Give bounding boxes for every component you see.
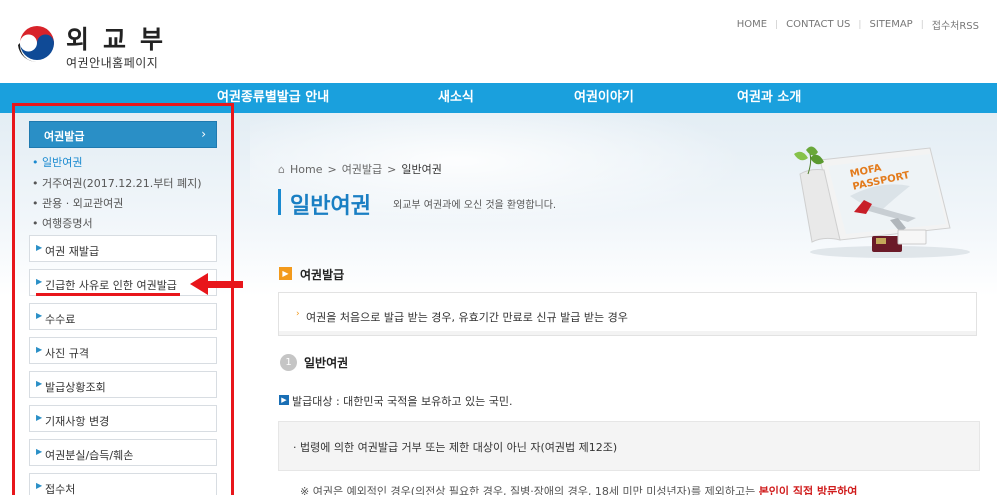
condition-box: · 법령에 의한 여권발급 거부 또는 제한 대상이 아닌 자(여권법 제12조… — [278, 421, 980, 471]
section-arrow-icon: ▶ — [279, 267, 292, 280]
breadcrumb-passport-issuance[interactable]: 여권발급 — [342, 161, 382, 177]
logo-subtitle[interactable]: 여권안내홈페이지 — [66, 54, 158, 71]
highlight-frame — [12, 103, 234, 495]
page-title: 일반여권 — [290, 194, 371, 219]
subsection-title: 일반여권 — [304, 356, 349, 370]
government-emblem-icon[interactable] — [16, 22, 58, 64]
nav-about[interactable]: 여권과 소개 — [737, 83, 801, 113]
breadcrumb-home[interactable]: Home — [290, 163, 322, 176]
logo-title[interactable]: 외교부 — [66, 20, 177, 56]
nav-news[interactable]: 새소식 — [438, 83, 474, 113]
condition-text: · 법령에 의한 여권발급 거부 또는 제한 대상이 아닌 자(여권법 제12조… — [293, 441, 618, 454]
highlight-underline — [36, 293, 180, 296]
home-icon: ⌂ — [278, 162, 285, 176]
utility-sitemap-link[interactable]: SITEMAP — [861, 19, 920, 30]
utility-nav: HOME | CONTACT US | SITEMAP | 접수처RSS — [729, 17, 979, 32]
highlight-arrow-shaft — [206, 281, 243, 288]
page-description: 외교부 여권과에 오신 것을 환영합니다. — [393, 200, 557, 211]
breadcrumb-separator: > — [327, 162, 337, 176]
subsection-number-badge: 1 — [280, 354, 297, 371]
bullet-arrow-icon: › — [296, 309, 300, 319]
info-text: 여권을 처음으로 발급 받는 경우, 유효기간 만료로 신규 발급 받는 경우 — [306, 311, 628, 324]
utility-contact-link[interactable]: CONTACT US — [778, 19, 858, 30]
passport-illustration: MOFA PASSPORT — [794, 146, 970, 258]
note-text: ※ 여권은 예외적인 경우(의전상 필요한 경우, 질병·장애의 경우, 18세… — [300, 483, 857, 495]
note-emphasis: 본인이 직접 방문하여 — [758, 485, 858, 495]
target-arrow-icon: ▶ — [279, 395, 289, 405]
section-title: 여권발급 — [300, 268, 345, 282]
breadcrumb-separator: > — [387, 162, 397, 176]
header: 외교부 여권안내홈페이지 HOME | CONTACT US | SITEMAP… — [0, 0, 997, 83]
utility-rss-link[interactable]: 접수처RSS — [924, 17, 979, 32]
utility-home-link[interactable]: HOME — [729, 19, 775, 30]
title-accent-bar — [278, 189, 281, 215]
eligibility-text: 발급대상 : 대한민국 국적을 보유하고 있는 국민. — [292, 395, 513, 408]
note-body: ※ 여권은 예외적인 경우(의전상 필요한 경우, 질병·장애의 경우, 18세… — [300, 485, 759, 495]
breadcrumb: ⌂ Home > 여권발급 > 일반여권 — [278, 161, 442, 177]
nav-passport-stories[interactable]: 여권이야기 — [574, 83, 634, 113]
breadcrumb-current: 일반여권 — [401, 163, 442, 176]
info-box: › 여권을 처음으로 발급 받는 경우, 유효기간 만료로 신규 발급 받는 경… — [278, 292, 977, 336]
